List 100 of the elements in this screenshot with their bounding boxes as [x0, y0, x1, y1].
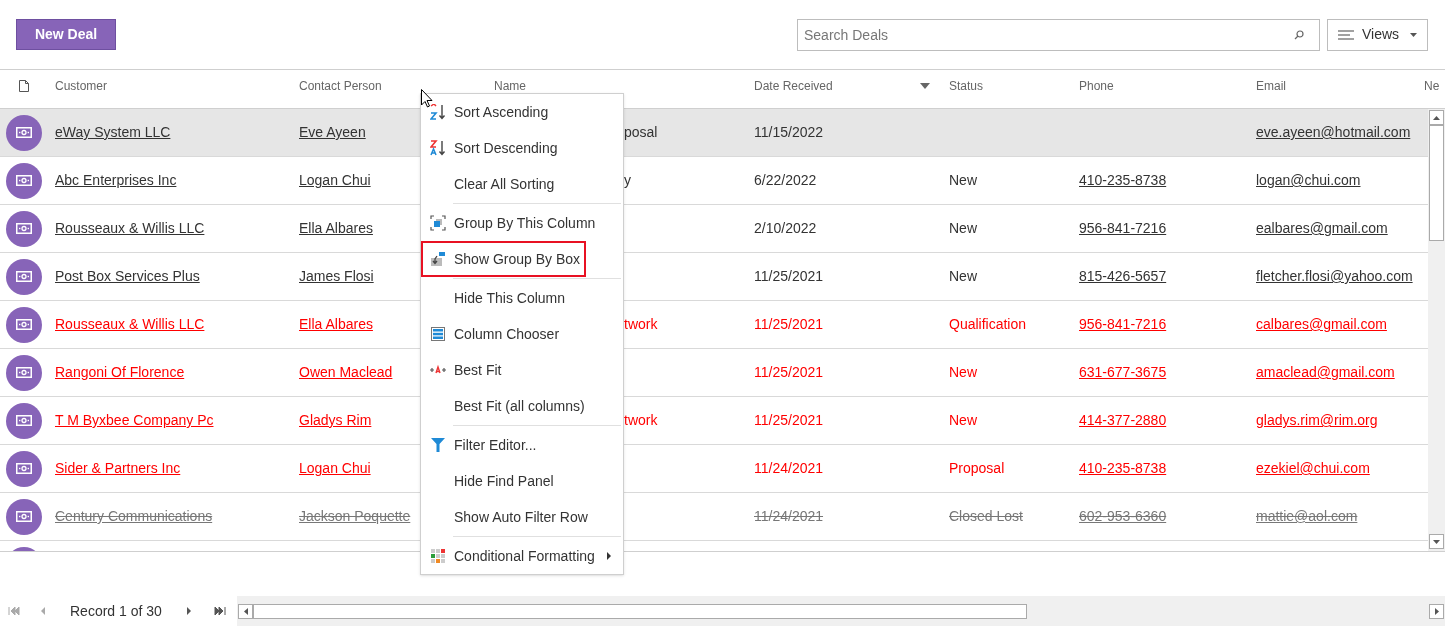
table-link[interactable]: Ella Albares — [299, 220, 373, 236]
next-record-icon[interactable] — [186, 607, 192, 615]
table-link[interactable]: Ella Albares — [299, 316, 373, 332]
column-header[interactable]: Ne — [1421, 77, 1445, 95]
menu-item[interactable]: Conditional Formatting — [421, 538, 623, 574]
column-header[interactable]: Status — [942, 77, 1072, 95]
table-link[interactable]: amaclead@gmail.com — [1256, 364, 1395, 380]
scroll-up-button[interactable] — [1429, 110, 1444, 125]
table-cell: twork — [624, 412, 658, 428]
sort-descending-icon — [430, 140, 446, 156]
table-link[interactable]: logan@chui.com — [1256, 172, 1361, 188]
money-icon — [16, 511, 32, 522]
money-icon — [16, 367, 32, 378]
table-cell: y — [624, 172, 631, 188]
money-icon — [16, 127, 32, 138]
table-cell: 11/25/2021 — [754, 268, 824, 284]
table-link[interactable]: fletcher.flosi@yahoo.com — [1256, 268, 1413, 284]
record-counter: Record 1 of 30 — [70, 601, 162, 621]
column-header[interactable]: Customer — [48, 77, 292, 95]
table-link[interactable]: 631-677-3675 — [1079, 364, 1167, 380]
table-link[interactable]: Eve Ayeen — [299, 124, 366, 140]
column-header[interactable]: Name — [487, 77, 747, 95]
table-cell: 11/25/2021 — [754, 364, 824, 380]
table-link[interactable]: Rousseaux & Willis LLC — [55, 316, 205, 332]
table-link[interactable]: Century Communications — [55, 508, 213, 524]
table-link[interactable]: Owen Maclead — [299, 364, 393, 380]
table-cell: 11/24/2021 — [754, 508, 824, 524]
scroll-down-button[interactable] — [1429, 534, 1444, 549]
table-cell: 6/22/2022 — [754, 172, 817, 188]
table-link[interactable]: 602-953-6360 — [1079, 508, 1167, 524]
scroll-left-button[interactable] — [238, 603, 253, 619]
column-header[interactable]: Email — [1249, 77, 1421, 95]
table-cell: New — [949, 172, 977, 188]
table-link[interactable]: Jackson Poquette — [299, 508, 411, 524]
table-link[interactable]: 410-235-8738 — [1079, 172, 1167, 188]
table-cell: twork — [624, 316, 658, 332]
table-cell: 11/15/2022 — [754, 124, 824, 140]
table-link[interactable]: ealbares@gmail.com — [1256, 220, 1388, 236]
table-link[interactable]: gladys.rim@rim.org — [1256, 412, 1378, 428]
table-cell: 2/10/2022 — [754, 220, 817, 236]
money-icon — [16, 223, 32, 234]
money-icon — [16, 319, 32, 330]
table-link[interactable]: 410-235-8738 — [1079, 460, 1167, 476]
money-icon — [16, 415, 32, 426]
lines-icon — [1338, 29, 1354, 40]
table-link[interactable]: eWay System LLC — [55, 124, 171, 140]
menu-item[interactable]: Group By This Column — [421, 205, 623, 241]
down-arrow-icon — [1433, 539, 1440, 544]
sort-arrow-icon — [920, 83, 930, 89]
table-cell: New — [949, 268, 977, 284]
money-icon — [16, 463, 32, 474]
table-link[interactable]: T M Byxbee Company Pc — [55, 412, 214, 428]
new-deal-button[interactable]: New Deal — [16, 19, 116, 50]
table-link[interactable]: James Flosi — [299, 268, 374, 284]
table-cell: New — [949, 364, 977, 380]
sort-ascending-icon — [430, 104, 446, 120]
table-link[interactable]: 956-841-7216 — [1079, 220, 1167, 236]
menu-item[interactable]: Best Fit — [421, 352, 623, 388]
vertical-scrollbar[interactable] — [1428, 109, 1445, 551]
color-grid-icon — [430, 548, 446, 564]
table-link[interactable]: Rangoni Of Florence — [55, 364, 185, 380]
table-link[interactable]: mattie@aol.com — [1256, 508, 1358, 524]
table-link[interactable]: eve.ayeen@hotmail.com — [1256, 124, 1411, 140]
money-icon — [16, 271, 32, 282]
table-link[interactable]: Abc Enterprises Inc — [55, 172, 177, 188]
group-box-icon — [430, 251, 446, 267]
left-arrow-icon — [243, 607, 248, 615]
table-cell: 11/25/2021 — [754, 316, 824, 332]
table-link[interactable]: Post Box Services Plus — [55, 268, 200, 284]
table-link[interactable]: Rousseaux & Willis LLC — [55, 220, 205, 236]
filter-icon — [430, 437, 446, 453]
table-cell: New — [949, 220, 977, 236]
table-link[interactable]: Logan Chui — [299, 172, 371, 188]
up-arrow-icon — [1433, 115, 1440, 120]
group-icon — [430, 215, 446, 231]
menu-item[interactable]: Show Auto Filter Row — [421, 499, 623, 538]
search-field[interactable]: Search Deals — [797, 18, 1320, 51]
column-header[interactable]: Date Received — [747, 77, 942, 95]
scroll-thumb[interactable] — [1429, 125, 1444, 241]
table-link[interactable]: Gladys Rim — [299, 412, 372, 428]
table-cell: Proposal — [949, 460, 1005, 476]
scroll-right-button[interactable] — [1429, 603, 1444, 619]
table-cell: 11/24/2021 — [754, 460, 824, 476]
table-link[interactable]: 956-841-7216 — [1079, 316, 1167, 332]
table-link[interactable]: Sider & Partners Inc — [55, 460, 181, 476]
table-link[interactable]: 414-377-2880 — [1079, 412, 1167, 428]
scroll-thumb[interactable] — [253, 603, 1027, 619]
column-header[interactable]: Contact Person — [292, 77, 487, 95]
column-header[interactable]: Phone — [1072, 77, 1249, 95]
table-cell: 11/25/2021 — [754, 412, 824, 428]
table-link[interactable]: calbares@gmail.com — [1256, 316, 1387, 332]
table-cell: Qualification — [949, 316, 1027, 332]
table-link[interactable]: ezekiel@chui.com — [1256, 460, 1370, 476]
last-record-icon[interactable] — [213, 607, 226, 615]
views-button[interactable]: Views — [1327, 18, 1428, 51]
horizontal-scrollbar[interactable] — [237, 596, 1445, 626]
table-link[interactable]: Logan Chui — [299, 460, 371, 476]
menu-item[interactable]: Clear All Sorting — [421, 166, 623, 205]
table-link[interactable]: 815-426-5657 — [1079, 268, 1167, 284]
menu-item[interactable]: Column Chooser — [421, 316, 623, 352]
